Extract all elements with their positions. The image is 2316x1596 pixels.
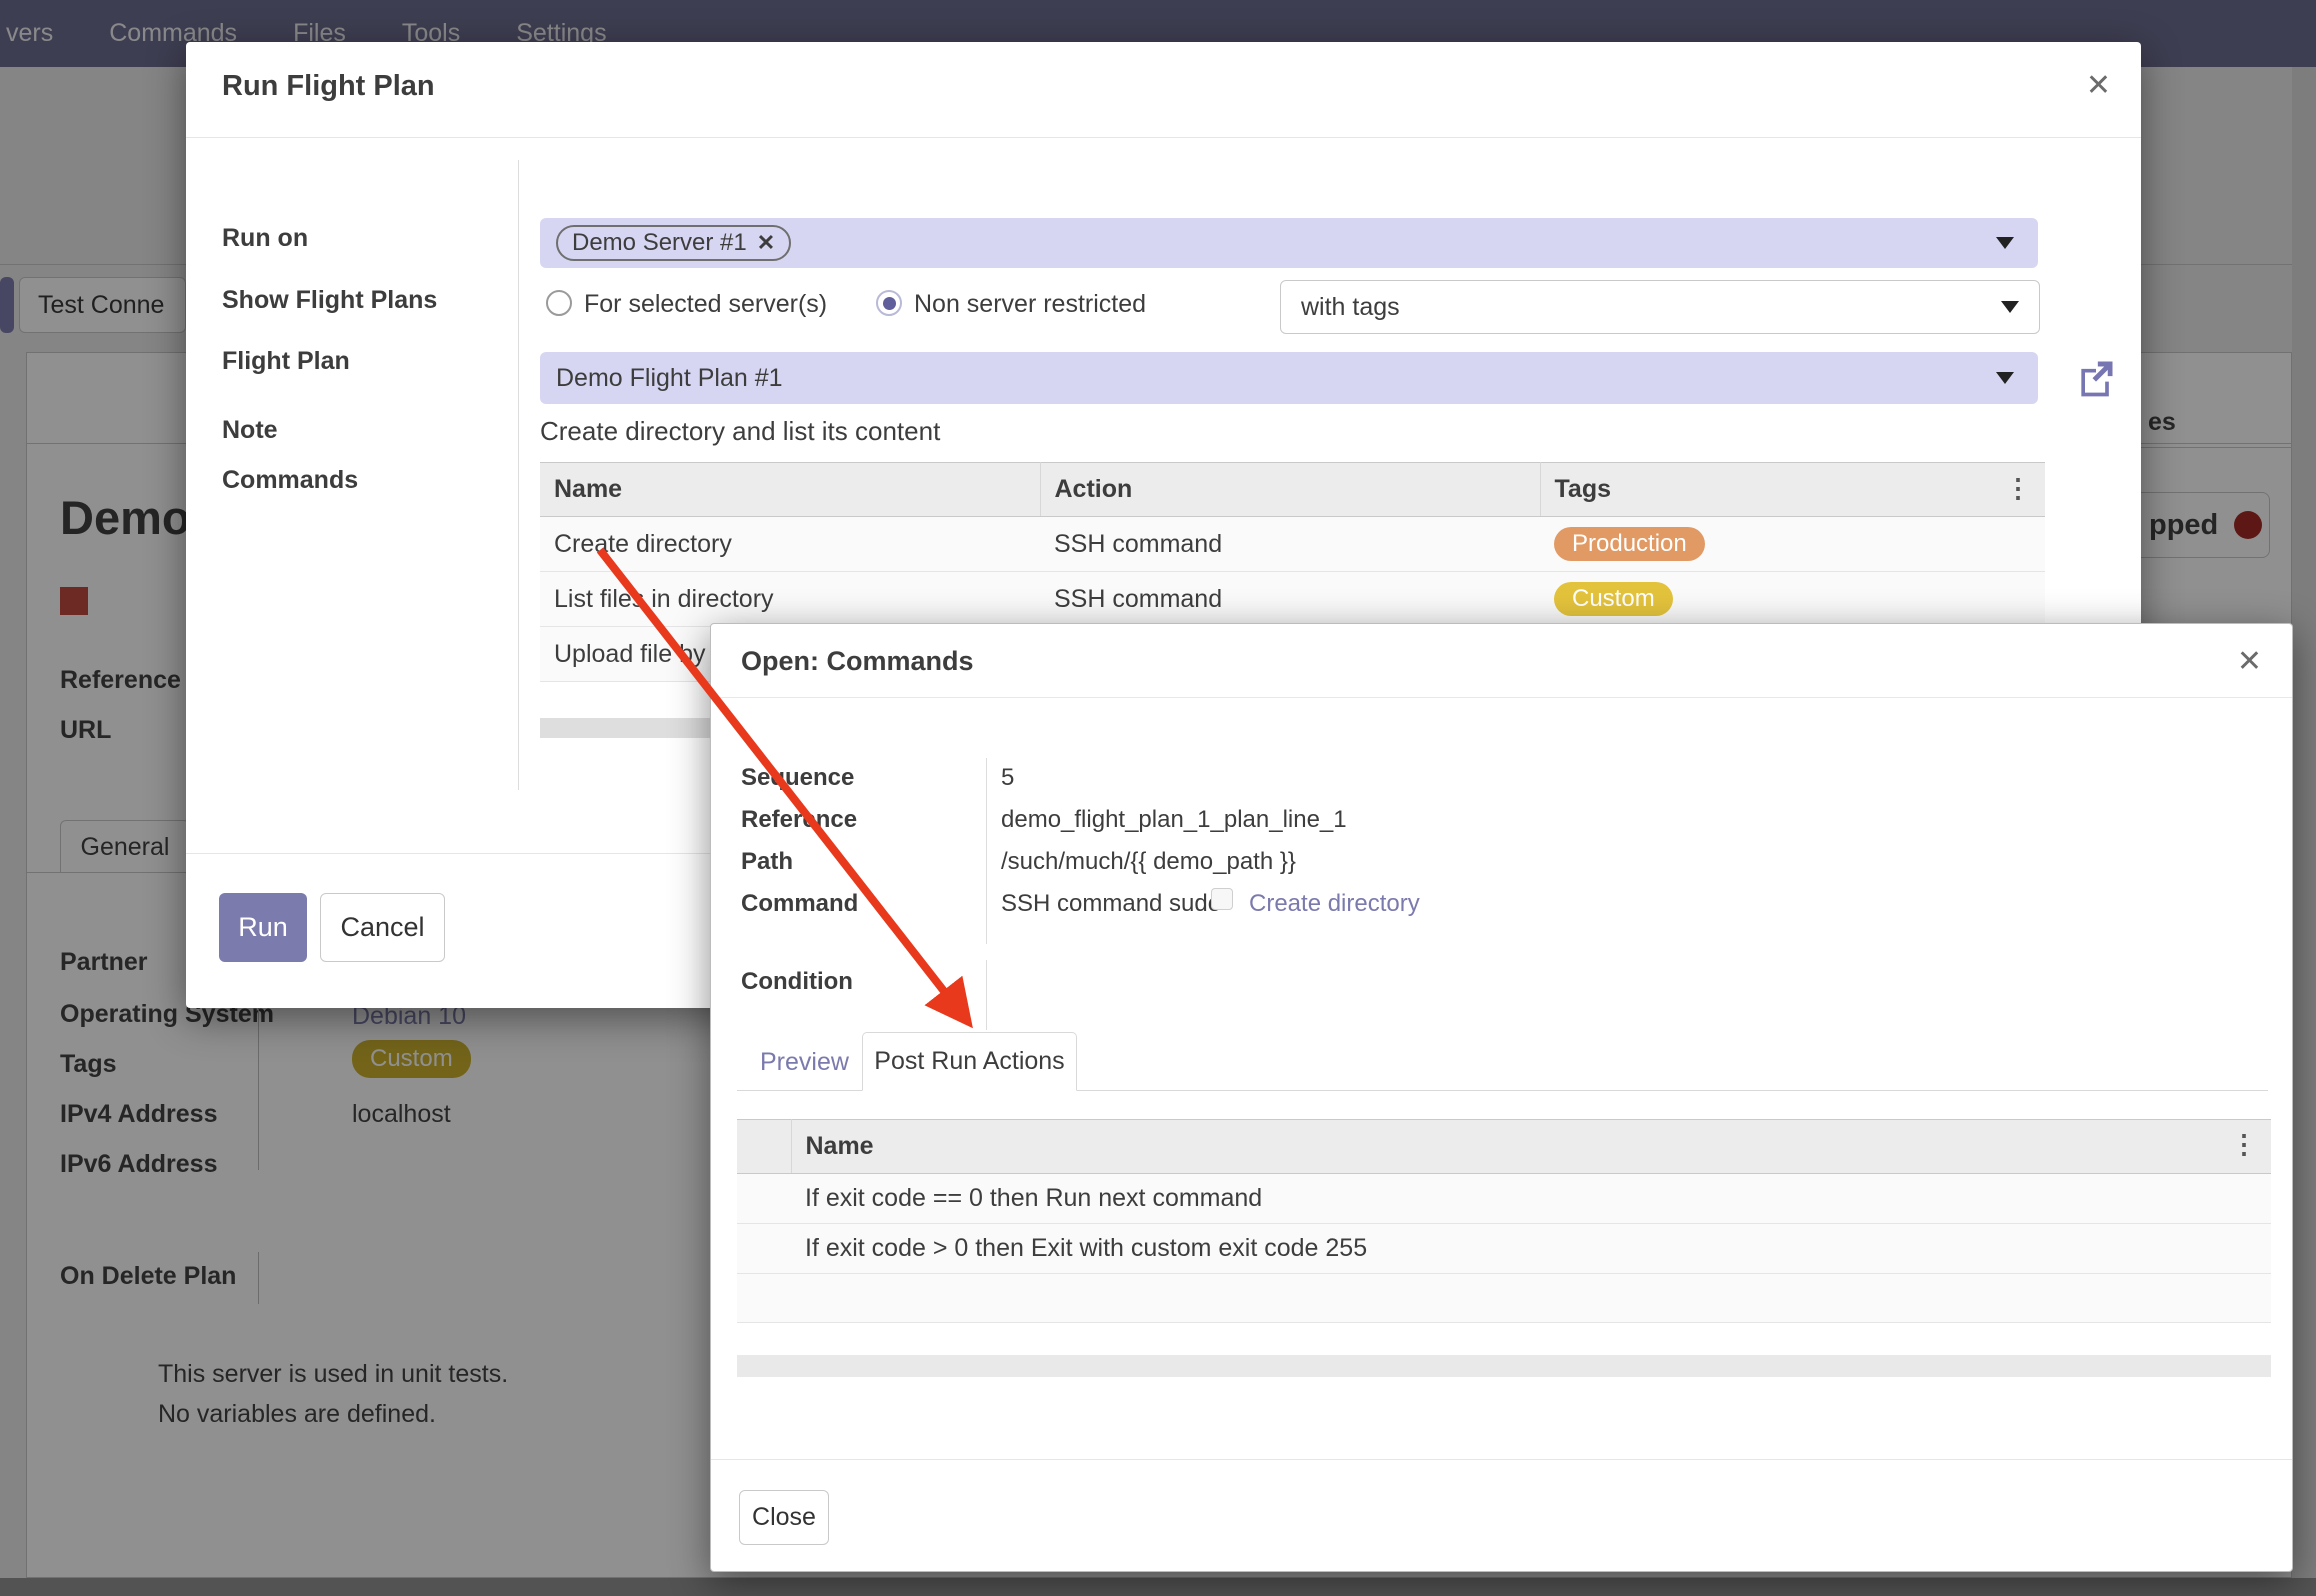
open-modal-close-icon[interactable]: ✕ — [2237, 644, 2262, 679]
gutter-col — [737, 1120, 791, 1174]
tag-production: Production — [1554, 527, 1705, 561]
modal-label-separator — [518, 160, 519, 790]
caret-down-icon[interactable] — [2001, 301, 2019, 313]
flight-plan-field[interactable]: Demo Flight Plan #1 — [540, 352, 2038, 404]
with-tags-value: with tags — [1301, 293, 1400, 322]
open-commands-modal: Open: Commands ✕ Sequence 5 Reference de… — [710, 623, 2293, 1572]
open-modal-header-divider — [711, 697, 2292, 698]
run-modal-header-divider — [186, 137, 2141, 138]
with-tags-select[interactable]: with tags — [1280, 280, 2040, 334]
post-run-row-empty — [737, 1274, 2271, 1323]
run-on-label: Run on — [222, 224, 308, 253]
server-tag-chip[interactable]: Demo Server #1 ✕ — [556, 225, 791, 261]
column-options-icon[interactable]: ⋮ — [2231, 1129, 2257, 1160]
open-modal-title: Open: Commands — [741, 646, 974, 677]
open-modal-footer-divider — [711, 1459, 2292, 1460]
post-run-row[interactable]: If exit code > 0 then Exit with custom e… — [737, 1224, 2271, 1274]
col-tags[interactable]: Tags ⋮ — [1540, 463, 2045, 517]
run-button[interactable]: Run — [219, 893, 307, 962]
commands-label: Commands — [222, 466, 358, 495]
cell-tags[interactable]: Custom — [1540, 572, 2045, 627]
commands-table-header: Name Action Tags ⋮ — [540, 463, 2045, 517]
radio-selected-servers-label[interactable]: For selected server(s) — [584, 290, 827, 319]
command-value: SSH command sudo — [1001, 890, 1221, 918]
col-name[interactable]: Name ⋮ — [791, 1120, 2271, 1174]
cancel-button[interactable]: Cancel — [320, 893, 445, 962]
tab-preview[interactable]: Preview — [760, 1048, 849, 1077]
column-options-icon[interactable]: ⋮ — [2005, 473, 2031, 504]
tab-post-run-actions[interactable]: Post Run Actions — [862, 1032, 1077, 1091]
cell-tags[interactable]: Production — [1540, 517, 2045, 572]
command-row[interactable]: List files in directory SSH command Cust… — [540, 572, 2045, 627]
close-button[interactable]: Close — [739, 1490, 829, 1545]
path-value: /such/much/{{ demo_path }} — [1001, 848, 1296, 876]
caret-down-icon[interactable] — [1996, 372, 2014, 384]
table-scrollbar[interactable] — [737, 1355, 2271, 1377]
post-run-row[interactable]: If exit code == 0 then Run next command — [737, 1174, 2271, 1224]
flight-plan-value: Demo Flight Plan #1 — [556, 364, 783, 393]
command-label: Command — [741, 890, 858, 918]
gutter-cell — [737, 1224, 791, 1274]
note-label: Note — [222, 416, 278, 445]
cell-action[interactable]: SSH command — [1040, 517, 1540, 572]
server-tag-label: Demo Server #1 — [572, 229, 747, 257]
tag-remove-icon[interactable]: ✕ — [757, 230, 775, 256]
post-run-table-header: Name ⋮ — [737, 1120, 2271, 1174]
action-name-cell[interactable]: If exit code == 0 then Run next command — [791, 1174, 2271, 1224]
run-modal-title: Run Flight Plan — [222, 70, 435, 103]
external-link-icon[interactable] — [2074, 356, 2118, 400]
detail-separator-2 — [986, 960, 987, 1030]
flight-plan-label: Flight Plan — [222, 347, 350, 376]
action-name-cell[interactable]: If exit code > 0 then Exit with custom e… — [791, 1224, 2271, 1274]
screen: vers Commands Files Tools Settings Test … — [0, 0, 2316, 1596]
show-flight-plans-label: Show Flight Plans — [222, 286, 437, 315]
cell-action[interactable]: SSH command — [1040, 572, 1540, 627]
detail-separator — [986, 758, 987, 944]
run-on-field[interactable]: Demo Server #1 ✕ — [540, 218, 2038, 268]
condition-label: Condition — [741, 968, 853, 996]
create-directory-link[interactable]: Create directory — [1249, 890, 1420, 918]
sequence-value: 5 — [1001, 764, 1014, 792]
col-name[interactable]: Name — [540, 463, 1040, 517]
tag-custom: Custom — [1554, 582, 1673, 616]
cell-name[interactable]: Create directory — [540, 517, 1040, 572]
post-run-actions-table: Name ⋮ If exit code == 0 then Run next c… — [737, 1119, 2271, 1377]
run-modal-close-icon[interactable]: ✕ — [2086, 68, 2111, 103]
reference-field-value: demo_flight_plan_1_plan_line_1 — [1001, 806, 1347, 834]
radio-non-restricted-label[interactable]: Non server restricted — [914, 290, 1146, 319]
sequence-label: Sequence — [741, 764, 854, 792]
radio-non-restricted[interactable] — [876, 290, 902, 316]
cell-name[interactable]: List files in directory — [540, 572, 1040, 627]
create-directory-checkbox[interactable] — [1211, 888, 1233, 910]
note-value: Create directory and list its content — [540, 416, 940, 447]
command-row[interactable]: Create directory SSH command Production — [540, 517, 2045, 572]
gutter-cell — [737, 1174, 791, 1224]
path-label: Path — [741, 848, 793, 876]
caret-down-icon[interactable] — [1996, 237, 2014, 249]
col-action[interactable]: Action — [1040, 463, 1540, 517]
radio-selected-servers[interactable] — [546, 290, 572, 316]
reference-field-label: Reference — [741, 806, 857, 834]
